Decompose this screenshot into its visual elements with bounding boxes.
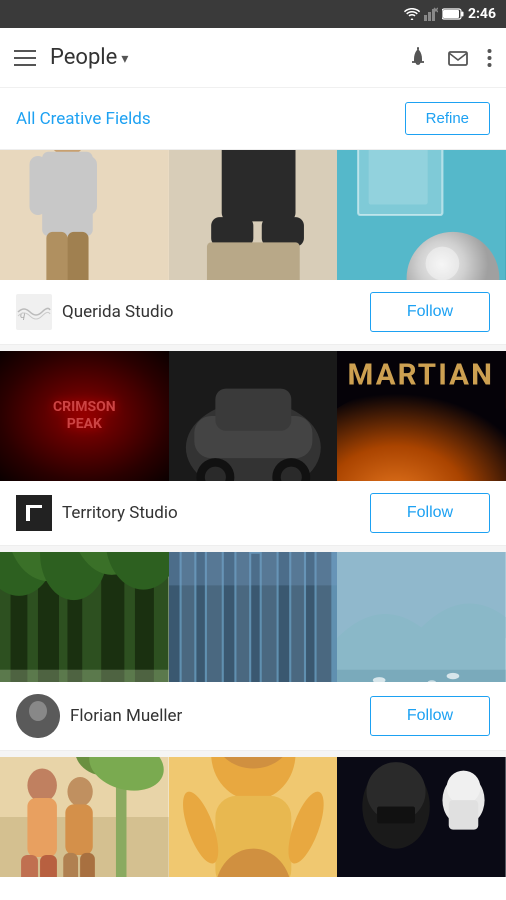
wifi-icon [404,8,420,20]
fm-img-2 [169,552,338,682]
territory-studio-avatar [16,495,52,531]
crimson-peak-text: CRIMSONPEAK [53,399,116,433]
fm-img-1 [0,552,169,682]
bell-icon [407,47,429,69]
status-bar: 2:46 [0,0,506,28]
querida-studio-images: nice things Volume 2 [0,150,506,280]
bell-button[interactable] [407,47,429,69]
florian-mueller-left: Florian Mueller [16,694,182,738]
territory-studio-follow-button[interactable]: Follow [370,493,490,533]
ts-img-1: CRIMSONPEAK [0,351,169,481]
top-bar-right [407,47,492,69]
territory-studio-info: Territory Studio Follow [0,481,506,545]
title-dropdown-icon: ▾ [121,51,128,67]
battery-icon [442,8,464,20]
qs-img-1: nice things Volume 2 [0,150,169,280]
top-bar-left: People ▾ [14,45,128,70]
querida-studio-left: q Querida Studio [16,294,173,330]
florian-mueller-info: Florian Mueller Follow [0,682,506,750]
ts-img-2: FORZA MOTORSPORT [169,351,338,481]
qs-img-3 [337,150,506,280]
more-button[interactable] [487,47,492,69]
florian-mueller-follow-button[interactable]: Follow [370,696,490,736]
signal-off-icon [424,7,438,21]
page-title: People [50,45,117,70]
florian-mueller-avatar [16,694,60,738]
more-icon [487,47,492,69]
florian-mueller-images [0,552,506,682]
status-icons: 2:46 [404,6,496,22]
territory-studio-name: Territory Studio [62,503,178,523]
territory-studio-images: CRIMSONPEAK FORZA MOT [0,351,506,481]
querida-studio-avatar: q [16,294,52,330]
time-display: 2:46 [468,6,496,22]
profile-card-florian-mueller: Florian Mueller Follow [0,552,506,751]
svg-text:q: q [20,310,26,321]
florian-mueller-name: Florian Mueller [70,706,182,726]
profile-card-territory-studio: CRIMSONPEAK FORZA MOT [0,351,506,546]
svg-text:MARTIAN: MARTIAN [348,358,495,392]
menu-button[interactable] [14,50,36,66]
mail-icon [447,47,469,69]
querida-studio-info: q Querida Studio Follow [0,280,506,344]
title-area[interactable]: People ▾ [50,45,128,70]
bp-1 [0,757,169,877]
bp-3 [337,757,506,877]
filter-label: All Creative Fields [16,109,151,129]
profile-card-querida-studio: nice things Volume 2 [0,150,506,345]
qs-img-2 [169,150,338,280]
refine-button[interactable]: Refine [405,102,490,135]
filter-bar: All Creative Fields Refine [0,88,506,150]
ts-img-3: THE MARTIAN [337,351,506,481]
mail-button[interactable] [447,47,469,69]
top-bar: People ▾ [0,28,506,88]
querida-studio-follow-button[interactable]: Follow [370,292,490,332]
bp-2 [169,757,338,877]
querida-studio-name: Querida Studio [62,302,173,322]
fm-img-3 [337,552,506,682]
territory-studio-left: Territory Studio [16,495,178,531]
bottom-previews [0,757,506,877]
